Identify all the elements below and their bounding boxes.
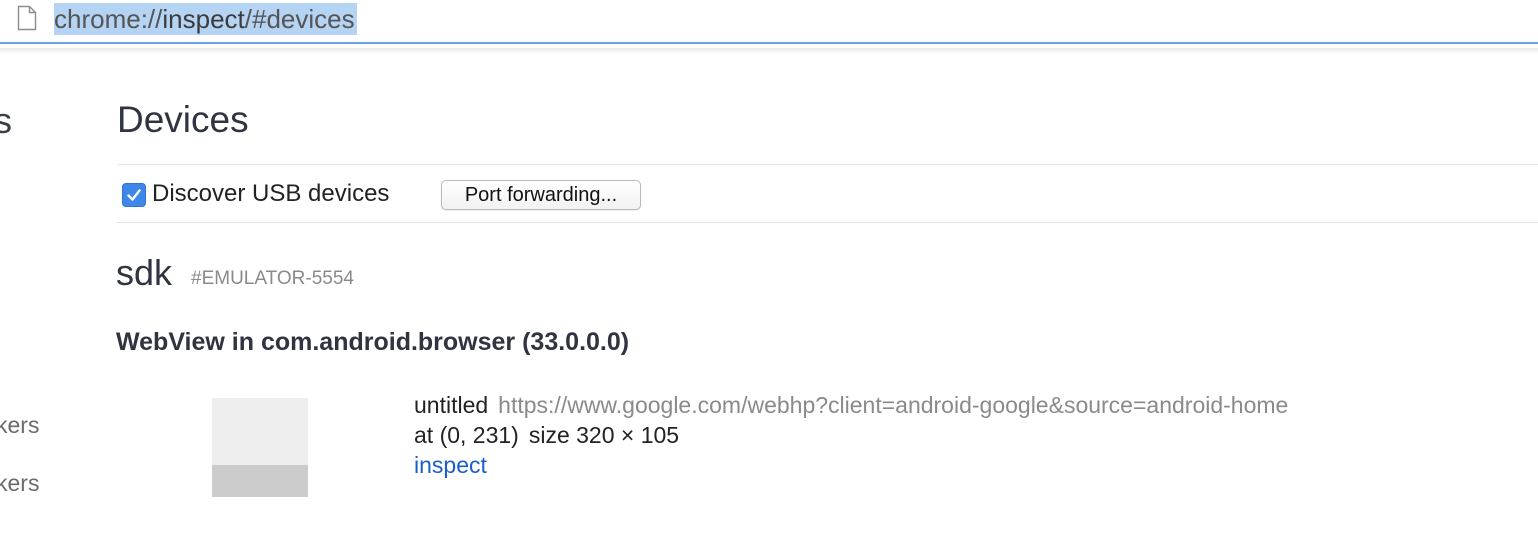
chrome-inspect-page: chrome://inspect/#devices s kers kers De… [0,0,1538,556]
title-divider [117,164,1538,165]
target-line-2: at (0, 231) size 320 × 105 [414,420,1288,450]
device-name: sdk [116,252,173,293]
target-size: size 320 × 105 [528,422,680,448]
inspect-link[interactable]: inspect [414,452,487,478]
port-forwarding-button[interactable]: Port forwarding... [441,180,641,210]
target-title: untitled [414,392,489,418]
thumbnail-offscreen [212,465,308,497]
page-title: Devices [117,99,249,140]
discover-usb-checkbox[interactable] [122,183,146,207]
url-text[interactable]: chrome://inspect/#devices [54,3,357,35]
url-host: inspect [162,4,245,34]
page-icon [17,5,37,31]
toolbar-divider [0,48,1538,54]
sidebar-item-workers-2[interactable]: kers [0,470,39,497]
sidebar-heading: s [0,100,12,141]
discover-usb-label[interactable]: Discover USB devices [152,180,389,208]
device-serial: #EMULATOR-5554 [191,268,354,289]
url-scheme: chrome:// [54,4,163,34]
thumbnail-viewport [212,398,308,465]
page-thumbnail [212,398,308,497]
browser-title: WebView in com.android.browser (33.0.0.0… [116,328,630,356]
target-position: at (0, 231) [414,422,519,448]
target-entry: untitled https://www.google.com/webhp?cli… [414,390,1288,480]
target-line-1: untitled https://www.google.com/webhp?cli… [414,390,1288,420]
checkmark-icon [127,189,141,201]
target-url: https://www.google.com/webhp?client=andr… [498,392,1289,418]
options-divider [117,222,1538,223]
sidebar-item-workers[interactable]: kers [0,412,39,439]
target-line-3: inspect [414,450,1288,480]
url-path: /#devices [244,4,355,34]
